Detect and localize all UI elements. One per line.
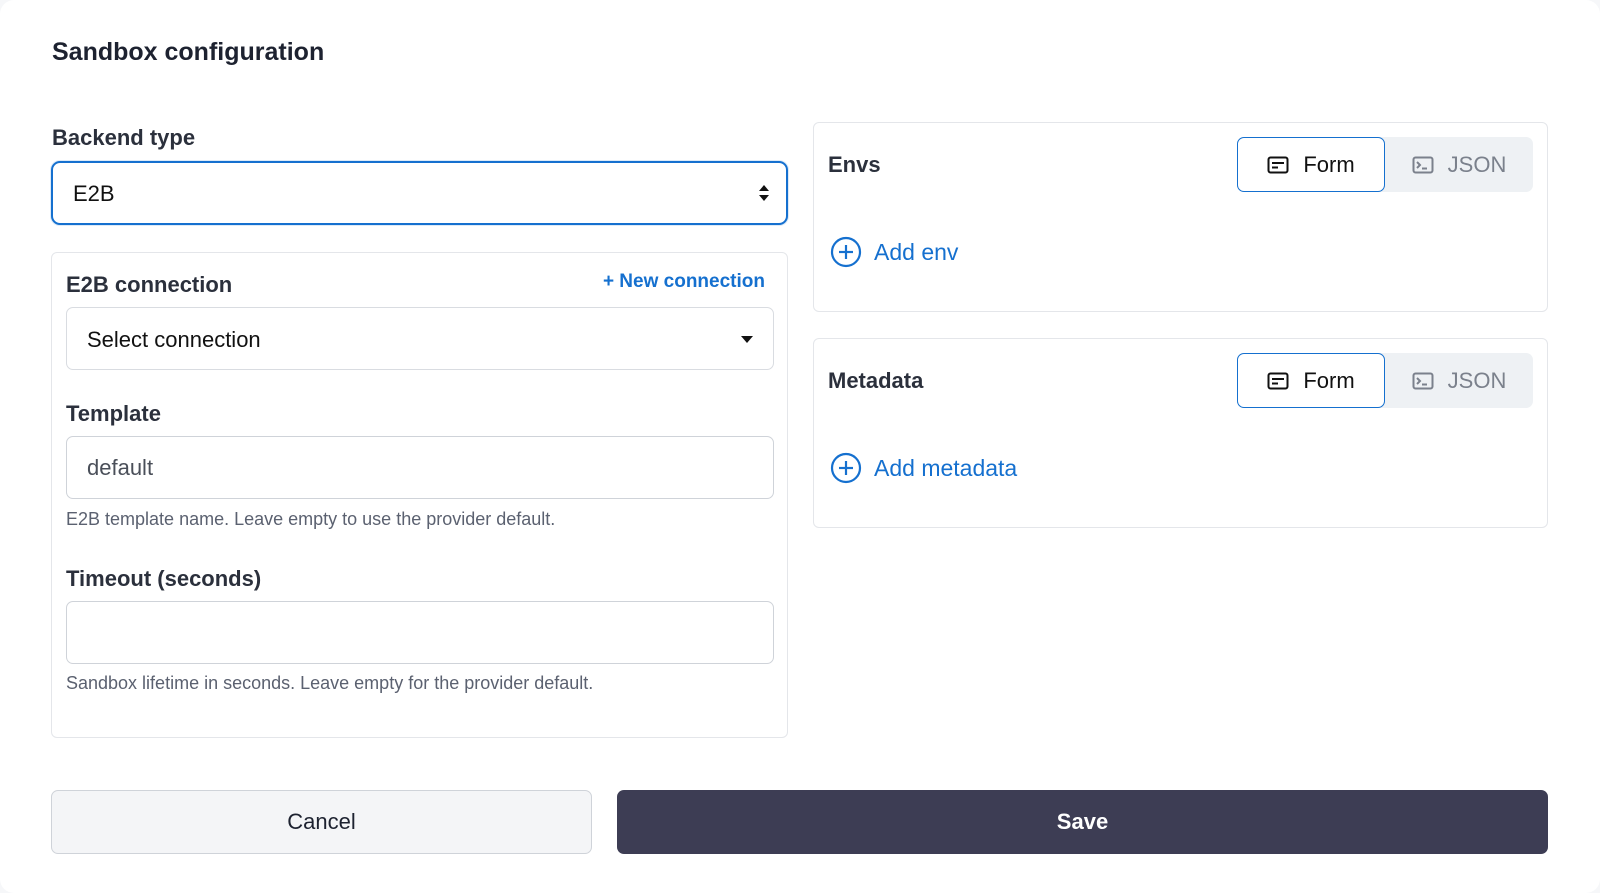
terminal-icon [1412,372,1434,389]
sandbox-config-dialog: Sandbox configuration Backend type E2B E… [0,0,1600,893]
connection-select[interactable]: Select connection [66,307,774,370]
add-metadata-label: Add metadata [874,454,1018,481]
metadata-json-label: JSON [1447,367,1507,393]
timeout-help: Sandbox lifetime in seconds. Leave empty… [66,673,594,693]
metadata-panel: Metadata Form JSON Add metadata [813,338,1548,528]
add-env-button[interactable]: Add env [830,236,958,268]
cancel-button[interactable]: Cancel [51,790,592,854]
backend-type-value: E2B [73,181,115,206]
plus-circle-icon [830,452,862,484]
metadata-mode-toggle: Form JSON [1237,353,1533,408]
new-connection-link[interactable]: + New connection [603,271,765,293]
backend-type-label: Backend type [52,125,196,150]
add-metadata-button[interactable]: Add metadata [830,452,1017,484]
metadata-title: Metadata [828,368,924,393]
chevron-down-icon [741,336,753,343]
envs-json-label: JSON [1447,151,1507,177]
timeout-input[interactable] [66,601,774,664]
envs-mode-toggle: Form JSON [1237,137,1533,192]
envs-panel: Envs Form JSON Add env [813,122,1548,312]
template-help: E2B template name. Leave empty to use th… [66,509,556,529]
envs-form-label: Form [1303,151,1355,177]
e2b-settings-panel: E2B connection + New connection Select c… [51,252,788,738]
envs-json-tab[interactable]: JSON [1385,137,1533,192]
terminal-icon [1412,156,1434,173]
connection-value: Select connection [87,327,261,352]
template-input[interactable] [66,436,774,499]
form-icon [1267,372,1289,389]
template-label: Template [66,401,161,426]
envs-form-tab[interactable]: Form [1237,137,1385,192]
updown-arrows-icon [759,185,769,201]
save-button[interactable]: Save [617,790,1548,854]
connection-label: E2B connection [66,272,233,297]
timeout-label: Timeout (seconds) [66,566,262,591]
envs-title: Envs [828,152,881,177]
backend-type-select[interactable]: E2B [51,161,788,225]
plus-circle-icon [830,236,862,268]
add-env-label: Add env [874,238,959,265]
form-icon [1267,156,1289,173]
metadata-form-tab[interactable]: Form [1237,353,1385,408]
metadata-json-tab[interactable]: JSON [1385,353,1533,408]
dialog-title: Sandbox configuration [52,38,325,66]
metadata-form-label: Form [1303,367,1355,393]
